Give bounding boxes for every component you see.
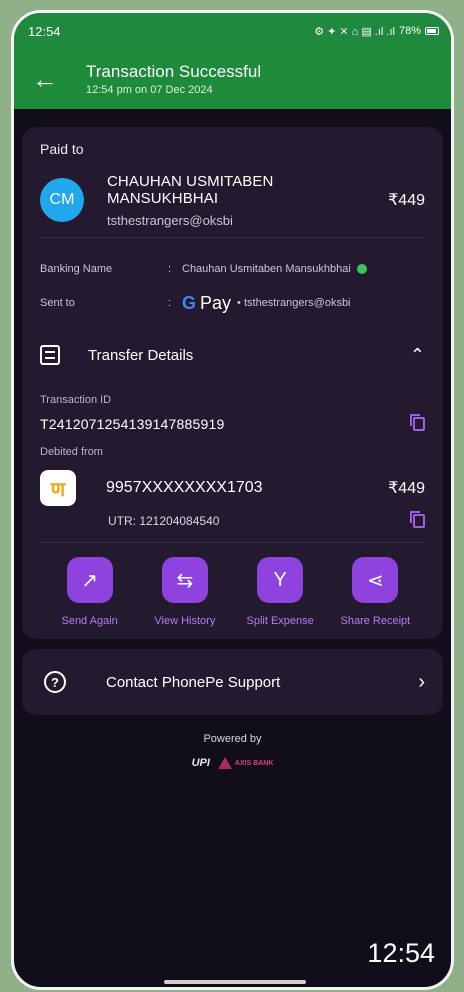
status-icons: ⚙ ✦ ✕ ⌂ ▤ .ıl .ıl 78% bbox=[314, 25, 439, 38]
debit-amount: ₹449 bbox=[388, 480, 425, 497]
payee-row[interactable]: CM CHAUHAN USMITABEN MANSUKHBHAI tsthest… bbox=[40, 173, 425, 228]
content: Paid to CM CHAUHAN USMITABEN MANSUKHBHAI… bbox=[14, 109, 451, 769]
gpay-text: Pay bbox=[200, 292, 232, 313]
app-bar: ← Transaction Successful 12:54 pm on 07 … bbox=[14, 49, 451, 109]
share-receipt-label: Share Receipt bbox=[340, 615, 411, 627]
payee-upi: tsthestrangers@oksbi bbox=[107, 212, 233, 228]
document-icon bbox=[40, 345, 60, 365]
overlay-clock: 12:54 bbox=[367, 938, 435, 968]
transaction-timestamp: 12:54 pm on 07 Dec 2024 bbox=[86, 84, 213, 96]
copy-transaction-id-icon[interactable] bbox=[410, 414, 425, 431]
sent-to-label: Sent to bbox=[40, 297, 75, 309]
utr-number: UTR: 121204084540 bbox=[108, 514, 220, 528]
view-history-icon[interactable]: ⇆ bbox=[161, 557, 208, 603]
home-indicator[interactable] bbox=[164, 980, 306, 984]
payee-info: CHAUHAN USMITABEN MANSUKHBHAI tsthestran… bbox=[107, 173, 380, 228]
chevron-right-icon: › bbox=[418, 670, 425, 693]
status-bar: 12:54 ⚙ ✦ ✕ ⌂ ▤ .ıl .ıl 78% bbox=[14, 13, 451, 49]
divider bbox=[40, 542, 425, 543]
share-receipt-button[interactable]: ⋖ Share Receipt bbox=[328, 557, 423, 627]
sent-to-upi: • tsthestrangers@oksbi bbox=[237, 297, 351, 309]
help-icon: ? bbox=[44, 671, 66, 693]
utr-row: UTR: 121204084540 bbox=[108, 511, 425, 528]
transaction-card: Paid to CM CHAUHAN USMITABEN MANSUKHBHAI… bbox=[22, 127, 443, 639]
send-again-label: Send Again bbox=[61, 615, 118, 627]
banking-name-text: Chauhan Usmitaben Mansukhbhai bbox=[182, 263, 351, 275]
bank-logo-icon: ण bbox=[40, 470, 76, 506]
paid-to-label: Paid to bbox=[40, 141, 84, 157]
chevron-up-icon[interactable]: ⌃ bbox=[410, 345, 425, 366]
send-again-icon[interactable]: ↗ bbox=[66, 557, 113, 603]
payee-name: CHAUHAN USMITABEN MANSUKHBHAI bbox=[107, 172, 274, 207]
battery-icon bbox=[425, 27, 439, 35]
status-time: 12:54 bbox=[28, 23, 61, 39]
google-pay-logo-icon: G Pay bbox=[182, 292, 232, 313]
upi-logo: UPI bbox=[191, 757, 210, 769]
axis-bank-triangle-icon bbox=[217, 757, 232, 769]
contact-support-row[interactable]: ? Contact PhonePe Support › bbox=[22, 649, 443, 715]
back-arrow-icon[interactable]: ← bbox=[32, 66, 86, 92]
debit-account-row: ण 9957XXXXXXXX1703 ₹449 bbox=[40, 470, 425, 506]
banking-name-value: Chauhan Usmitaben Mansukhbhai bbox=[182, 263, 367, 275]
banking-name-label: Banking Name bbox=[40, 263, 113, 275]
sent-to-value: G Pay • tsthestrangers@oksbi bbox=[182, 293, 351, 314]
sent-to-row: Sent to : G Pay • tsthestrangers@oksbi bbox=[40, 286, 425, 320]
battery-percent: 78% bbox=[398, 25, 421, 37]
axis-bank-logo: AXIS BANK bbox=[217, 757, 274, 769]
split-expense-label: Split Expense bbox=[246, 615, 314, 627]
transaction-id-row: T2412071254139147885919 bbox=[40, 414, 425, 432]
action-buttons: ↗ Send Again ⇆ View History Y Split Expe… bbox=[40, 557, 425, 627]
banking-name-row: Banking Name : Chauhan Usmitaben Mansukh… bbox=[40, 252, 425, 286]
verified-badge-icon bbox=[356, 264, 367, 274]
contact-support-label: Contact PhonePe Support bbox=[106, 673, 281, 691]
send-again-button[interactable]: ↗ Send Again bbox=[42, 557, 137, 627]
divider bbox=[40, 237, 425, 238]
transaction-id: T2412071254139147885919 bbox=[40, 416, 225, 432]
copy-utr-icon[interactable] bbox=[410, 511, 425, 528]
page-title: Transaction Successful bbox=[86, 62, 262, 81]
phone-screen: 12:54 ⚙ ✦ ✕ ⌂ ▤ .ıl .ıl 78% ← Transactio… bbox=[11, 10, 454, 990]
powered-by-label: Powered by bbox=[203, 733, 262, 745]
transaction-id-label: Transaction ID bbox=[40, 394, 112, 406]
transfer-details-title: Transfer Details bbox=[88, 346, 194, 364]
status-icons-text: ⚙ ✦ ✕ ⌂ ▤ .ıl .ıl bbox=[314, 25, 395, 38]
paid-amount: ₹449 bbox=[388, 192, 425, 209]
debited-from-label: Debited from bbox=[40, 446, 103, 458]
view-history-label: View History bbox=[154, 615, 216, 627]
axis-bank-text: AXIS BANK bbox=[234, 759, 274, 767]
share-receipt-icon[interactable]: ⋖ bbox=[352, 557, 399, 603]
payee-avatar: CM bbox=[40, 178, 84, 222]
header-text: Transaction Successful 12:54 pm on 07 De… bbox=[86, 62, 261, 96]
partner-logos: UPI AXIS BANK bbox=[22, 757, 443, 769]
split-expense-button[interactable]: Y Split Expense bbox=[233, 557, 328, 627]
split-expense-icon[interactable]: Y bbox=[257, 557, 304, 603]
transfer-details-header[interactable]: Transfer Details ⌃ bbox=[40, 330, 425, 380]
view-history-button[interactable]: ⇆ View History bbox=[137, 557, 232, 627]
colon: : bbox=[168, 263, 172, 275]
colon: : bbox=[168, 297, 172, 309]
debit-account: 9957XXXXXXXX1703 bbox=[106, 479, 263, 496]
